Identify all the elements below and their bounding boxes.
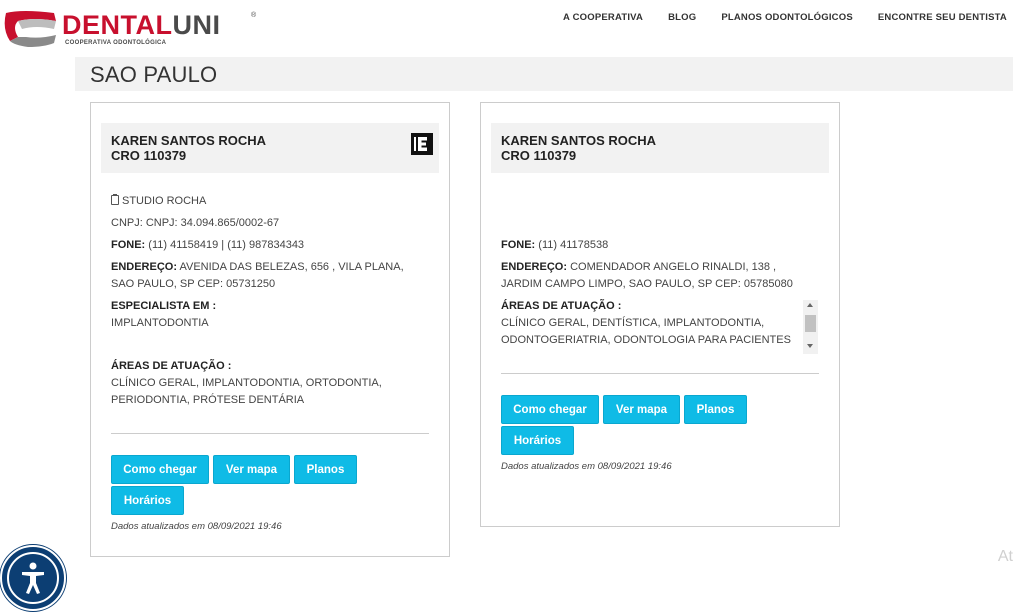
dentist-name: KAREN SANTOS ROCHA <box>111 133 267 148</box>
corner-text: At <box>997 548 1013 565</box>
site-header: DENTALUNI ® COOPERATIVA ODONTOLÓGICA A C… <box>0 0 1013 52</box>
areas-label: ÁREAS DE ATUAÇÃO : <box>111 360 232 372</box>
address-row: ENDEREÇO: AVENIDA DAS BELEZAS, 656 , VIL… <box>111 259 404 276</box>
nav-planos-odontologicos[interactable]: PLANOS ODONTOLÓGICOS <box>721 12 853 23</box>
nav-a-cooperativa[interactable]: A COOPERATIVA <box>563 12 643 23</box>
areas-line1: CLÍNICO GERAL, DENTÍSTICA, IMPLANTODONTI… <box>501 317 765 329</box>
phone-value: (11) 41178538 <box>538 239 609 251</box>
dentist-name: KAREN SANTOS ROCHA <box>501 133 657 148</box>
main-nav: A COOPERATIVA BLOG PLANOS ODONTOLÓGICOS … <box>538 12 1007 23</box>
dentist-card-header: KAREN SANTOS ROCHA CRO 110379 <box>491 123 829 173</box>
divider <box>501 373 819 374</box>
scroll-up-icon[interactable] <box>807 303 813 307</box>
directions-button[interactable]: Como chegar <box>501 395 599 424</box>
scroll-thumb[interactable] <box>805 315 816 332</box>
dentist-cro: CRO 110379 <box>111 148 187 163</box>
plans-button[interactable]: Planos <box>684 395 747 424</box>
dentaluni-logo[interactable]: DENTALUNI ® COOPERATIVA ODONTOLÓGICA <box>4 7 264 49</box>
clinic-name-row: STUDIO ROCHA <box>111 193 206 210</box>
address-line2: JARDIM CAMPO LIMPO, SAO PAULO, SP CEP: 0… <box>501 278 793 290</box>
areas-scrollbar[interactable] <box>803 300 818 354</box>
address-line1: AVENIDA DAS BELEZAS, 656 , VILA PLANA, <box>179 261 404 273</box>
dentist-cro: CRO 110379 <box>501 148 577 163</box>
scroll-down-icon[interactable] <box>807 344 813 348</box>
clinic-name: STUDIO ROCHA <box>122 195 207 207</box>
page-title: SAO PAULO <box>90 62 218 87</box>
phone-label: FONE: <box>501 239 536 251</box>
address-line1: COMENDADOR ANGELO RINALDI, 138 , <box>570 261 777 273</box>
cnpj: CNPJ: CNPJ: 34.094.865/0002-67 <box>111 217 280 229</box>
areas-line2: PERIODONTIA, PRÓTESE DENTÁRIA <box>111 394 305 406</box>
address-row: ENDEREÇO: COMENDADOR ANGELO RINALDI, 138… <box>501 259 776 276</box>
logo-wordmark: DENTALUNI <box>62 11 221 39</box>
e-badge-icon <box>411 133 433 155</box>
plans-button[interactable]: Planos <box>294 455 357 484</box>
dentist-card: KAREN SANTOS ROCHA CRO 110379 FONE: (11)… <box>480 102 840 527</box>
hours-button[interactable]: Horários <box>501 426 574 455</box>
hours-button[interactable]: Horários <box>111 486 184 515</box>
areas-line2: ODONTOGERIATRIA, ODONTOLOGIA PARA PACIEN… <box>501 334 791 346</box>
dentist-name-block: KAREN SANTOS ROCHA CRO 110379 <box>111 133 266 163</box>
dentist-card: KAREN SANTOS ROCHA CRO 110379 STUDIO ROC… <box>90 102 450 557</box>
areas-label: ÁREAS DE ATUAÇÃO : <box>501 300 622 312</box>
logo-mark-icon <box>4 11 56 47</box>
accessibility-button[interactable] <box>0 545 66 611</box>
updated-timestamp: Dados atualizados em 08/09/2021 19:46 <box>111 521 282 532</box>
nav-encontre-seu-dentista[interactable]: ENCONTRE SEU DENTISTA <box>878 12 1007 23</box>
directions-button[interactable]: Como chegar <box>111 455 209 484</box>
address-line2: SAO PAULO, SP CEP: 05731250 <box>111 278 276 290</box>
view-map-button[interactable]: Ver mapa <box>603 395 680 424</box>
areas-line1: CLÍNICO GERAL, IMPLANTODONTIA, ORTODONTI… <box>111 377 382 389</box>
specialist-value: IMPLANTODONTIA <box>111 317 209 329</box>
phone-label: FONE: <box>111 239 146 251</box>
phone-row: FONE: (11) 41178538 <box>501 237 608 254</box>
logo-subtitle: COOPERATIVA ODONTOLÓGICA <box>65 40 167 46</box>
phone-value: (11) 41158419 | (11) 987834343 <box>148 239 305 251</box>
address-label: ENDEREÇO: <box>501 261 568 273</box>
logo-dental-text: DENTAL <box>62 10 173 40</box>
registered-mark: ® <box>251 12 257 19</box>
address-label: ENDEREÇO: <box>111 261 178 273</box>
accessibility-icon <box>7 552 59 604</box>
specialist-label: ESPECIALISTA EM : <box>111 300 217 312</box>
logo-uni-text: UNI <box>172 10 221 40</box>
divider <box>111 433 429 434</box>
page-title-bar: SAO PAULO <box>75 57 1013 91</box>
clipboard-icon <box>111 194 119 205</box>
nav-blog[interactable]: BLOG <box>668 12 696 23</box>
updated-timestamp: Dados atualizados em 08/09/2021 19:46 <box>501 461 672 472</box>
phone-row: FONE: (11) 41158419 | (11) 987834343 <box>111 237 304 254</box>
dentist-card-header: KAREN SANTOS ROCHA CRO 110379 <box>101 123 439 173</box>
dentist-name-block: KAREN SANTOS ROCHA CRO 110379 <box>501 133 656 163</box>
view-map-button[interactable]: Ver mapa <box>213 455 290 484</box>
